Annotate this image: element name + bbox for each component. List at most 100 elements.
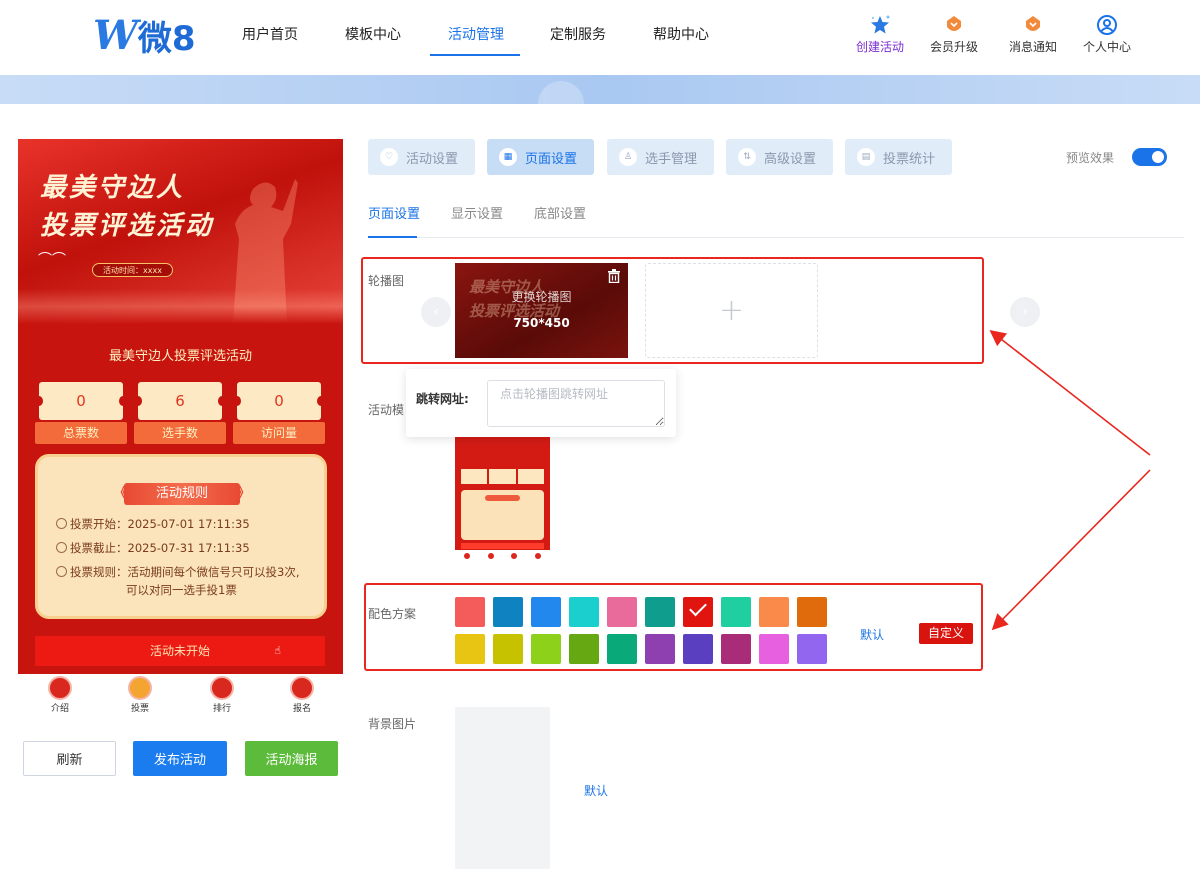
custom-color-button[interactable]: 自定义 [919, 623, 973, 644]
personal-center-button[interactable]: 个人中心 [1083, 14, 1131, 55]
color-swatch[interactable] [759, 597, 789, 627]
bg-image-label: 背景图片 [368, 717, 417, 731]
color-swatch[interactable] [721, 597, 751, 627]
color-swatch[interactable] [721, 634, 751, 664]
logo[interactable]: W 微8 [93, 11, 196, 59]
carousel-next-button[interactable]: › [1010, 297, 1040, 327]
tab-advanced-settings[interactable]: ⇅ 高级设置 [726, 139, 833, 175]
member-upgrade-button[interactable]: 会员升级 [930, 14, 978, 55]
stat-label: 选手数 [134, 422, 226, 444]
nav-custom-service[interactable]: 定制服务 [550, 24, 606, 44]
subtab-display-settings[interactable]: 显示设置 [451, 203, 503, 222]
trash-icon[interactable] [608, 269, 620, 283]
color-swatch[interactable] [531, 634, 561, 664]
change-carousel-label: 更换轮播图 [511, 290, 572, 304]
phone-preview: 最美守边人 投票评选活动 ⌒⌒ 活动时间：xxxx 最美守边人投票评选活动 0 … [18, 139, 343, 674]
color-swatch[interactable] [683, 634, 713, 664]
notification-button[interactable]: 消息通知 [1009, 14, 1057, 55]
medal-icon [943, 14, 965, 36]
rule-desc-2: 可以对同一选手投1票 [126, 583, 237, 597]
color-swatch[interactable] [683, 597, 713, 627]
color-swatch[interactable] [759, 634, 789, 664]
color-swatch[interactable] [645, 597, 675, 627]
color-swatch[interactable] [797, 634, 827, 664]
check-icon [689, 598, 707, 617]
stat-contestants: 6 选手数 [134, 382, 226, 444]
ranking-icon [210, 676, 234, 700]
color-swatch[interactable] [797, 597, 827, 627]
tab-signup[interactable]: 报名 [282, 676, 322, 714]
tab-vote-statistics[interactable]: ▤ 投票统计 [845, 139, 952, 175]
preview-effect-label: 预览效果 [1066, 151, 1115, 165]
nav-template-center[interactable]: 模板中心 [345, 24, 401, 44]
grid-icon: ▦ [499, 148, 517, 166]
subtab-page-settings[interactable]: 页面设置 [368, 203, 420, 222]
rule-start: 投票开始：2025-07-01 17:11:35 [56, 515, 250, 533]
bg-image-thumbnail[interactable] [455, 707, 550, 869]
color-swatch[interactable] [455, 597, 485, 627]
vote-icon [128, 676, 152, 700]
default-color-button[interactable]: 默认 [860, 626, 884, 643]
color-swatch[interactable] [607, 634, 637, 664]
logo-text: 微8 [137, 18, 196, 59]
nav-user-home[interactable]: 用户首页 [242, 24, 298, 44]
stat-visits: 0 访问量 [233, 382, 325, 444]
stat-value: 0 [35, 382, 127, 420]
stat-label: 访问量 [233, 422, 325, 444]
tab-vote[interactable]: 投票 [120, 676, 160, 714]
color-swatch[interactable] [645, 634, 675, 664]
nav-activity-management[interactable]: 活动管理 [448, 24, 504, 44]
template-thumbnail[interactable] [455, 437, 550, 561]
refresh-button[interactable]: 刷新 [23, 741, 116, 776]
clock-icon [56, 542, 67, 553]
clock-icon [56, 518, 67, 529]
calendar-icon: ▤ [857, 148, 875, 166]
heart-icon: ♡ [380, 148, 398, 166]
create-activity-button[interactable]: 创建活动 [856, 14, 904, 55]
tab-page-settings[interactable]: ▦ 页面设置 [487, 139, 594, 175]
publish-activity-button[interactable]: 发布活动 [133, 741, 227, 776]
subtab-footer-settings[interactable]: 底部设置 [534, 203, 586, 222]
tab-contestant-management[interactable]: ♙ 选手管理 [607, 139, 714, 175]
create-activity-label: 创建活动 [856, 40, 905, 54]
pointer-hand-icon: ☝ [274, 644, 281, 657]
color-swatch[interactable] [455, 634, 485, 664]
add-carousel-button[interactable]: + [645, 263, 818, 358]
logo-mark: W [93, 11, 138, 59]
nav-active-underline [430, 54, 520, 56]
carousel-prev-button[interactable]: ‹ [421, 297, 451, 327]
stat-value: 6 [134, 382, 226, 420]
activity-poster-button[interactable]: 活动海报 [245, 741, 338, 776]
activity-title: 最美守边人投票评选活动 [108, 349, 252, 364]
user-icon [1096, 14, 1118, 36]
person-icon: ♙ [619, 148, 637, 166]
banner-strip [0, 75, 1200, 127]
bell-icon [1022, 14, 1044, 36]
nav-help-center[interactable]: 帮助中心 [653, 24, 709, 44]
color-swatch[interactable] [493, 597, 523, 627]
color-swatch[interactable] [569, 634, 599, 664]
carousel-image[interactable]: 最美守边人 投票评选活动 更换轮播图 750*450 [455, 263, 628, 358]
color-swatch[interactable] [531, 597, 561, 627]
poster-time: 活动时间：xxxx [92, 263, 173, 277]
stat-label: 总票数 [35, 422, 127, 444]
jump-url-input[interactable] [487, 380, 665, 427]
activity-status-button[interactable]: 活动未开始 ☝ [35, 636, 325, 666]
color-swatch[interactable] [607, 597, 637, 627]
poster-title-line2: 投票评选活动 [40, 211, 215, 241]
birds-icon: ⌒⌒ [38, 252, 66, 268]
signup-icon [290, 676, 314, 700]
default-bg-button[interactable]: 默认 [584, 782, 608, 799]
notification-label: 消息通知 [1009, 40, 1058, 54]
tab-activity-settings[interactable]: ♡ 活动设置 [368, 139, 475, 175]
stat-value: 0 [233, 382, 325, 420]
preview-effect-toggle[interactable] [1132, 148, 1167, 166]
member-upgrade-label: 会员升级 [930, 40, 979, 54]
poster-title-line1: 最美守边人 [40, 173, 186, 203]
template-label: 活动模 [368, 403, 405, 417]
info-icon [56, 566, 67, 577]
color-swatch[interactable] [569, 597, 599, 627]
tab-ranking[interactable]: 排行 [202, 676, 242, 714]
color-swatch[interactable] [493, 634, 523, 664]
tab-intro[interactable]: 介绍 [40, 676, 80, 714]
